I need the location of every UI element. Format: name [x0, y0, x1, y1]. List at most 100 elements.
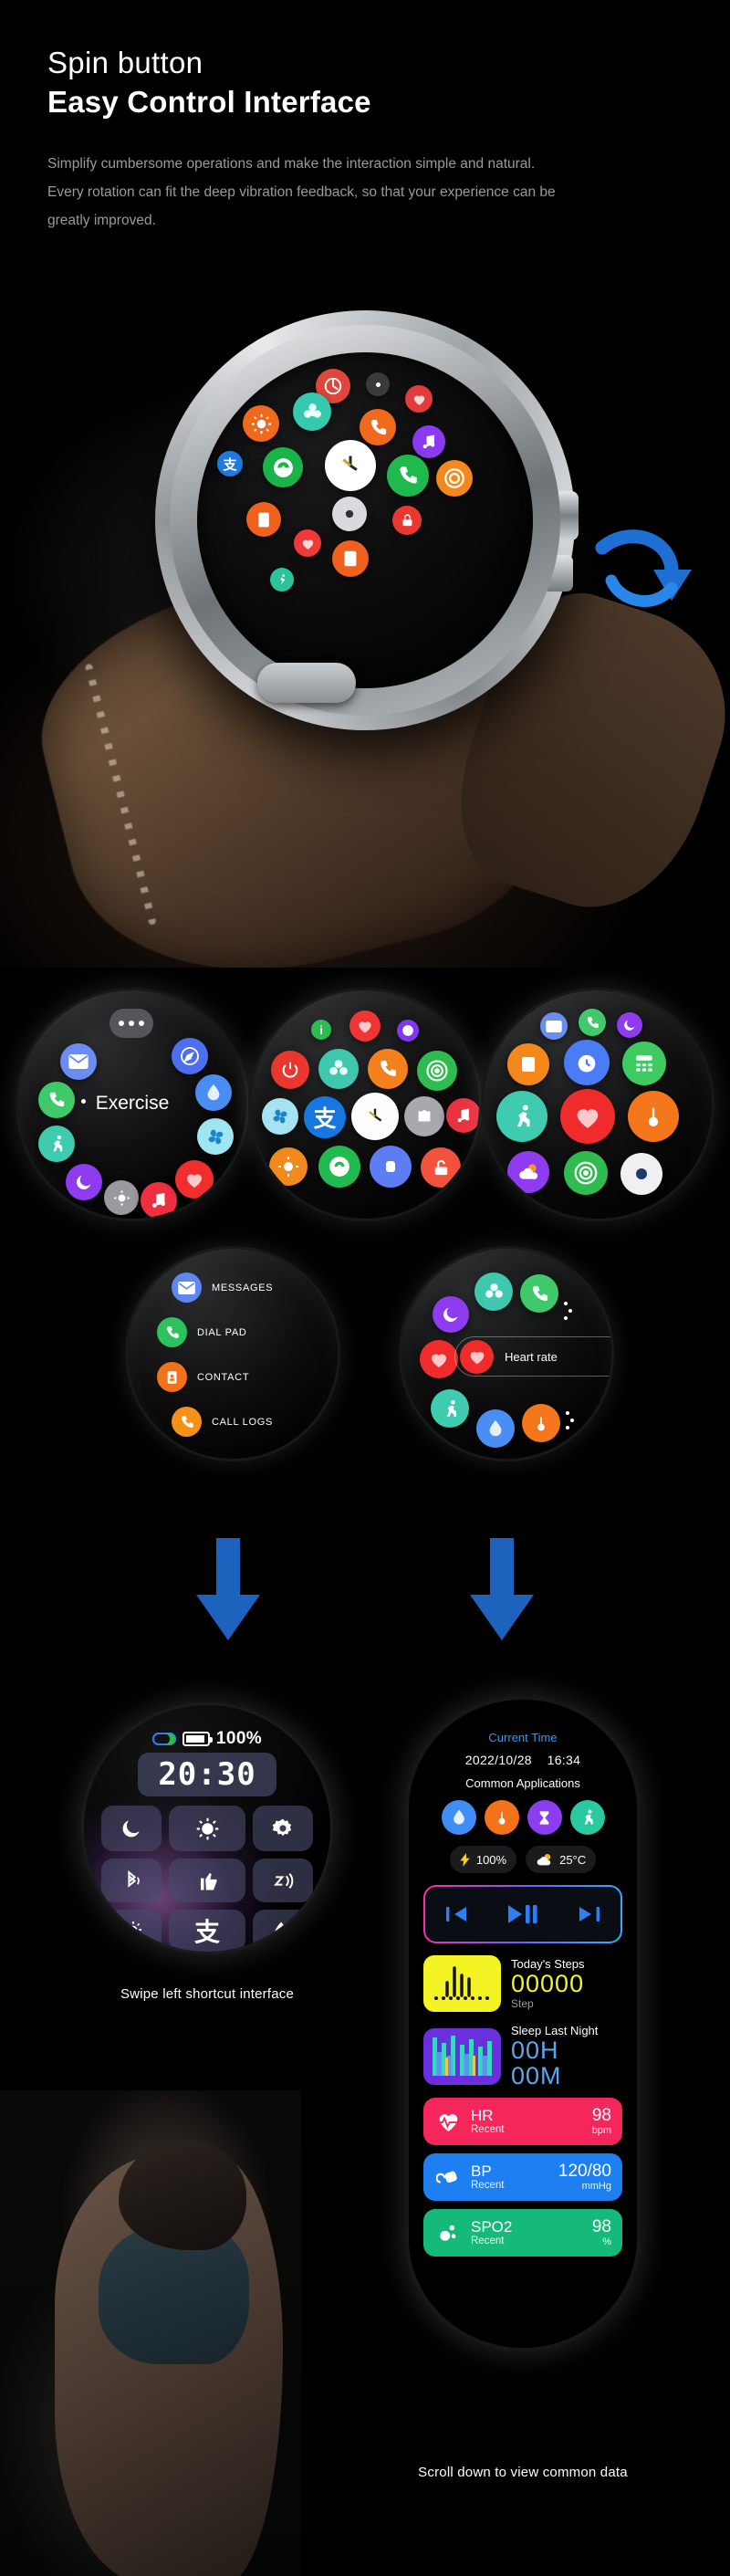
- app-icon-flower[interactable]: [293, 393, 331, 431]
- app-icon-power[interactable]: [271, 1051, 309, 1089]
- flashlight-button[interactable]: [105, 1910, 162, 1952]
- vibration-button[interactable]: [253, 1859, 313, 1902]
- brightness-button[interactable]: [169, 1806, 245, 1851]
- app-icon-target[interactable]: [417, 1051, 457, 1091]
- app-icon-target2[interactable]: [436, 460, 473, 497]
- app-icon-settings[interactable]: [366, 372, 390, 396]
- sleep-card[interactable]: Sleep Last Night 00H 00M: [423, 2024, 622, 2089]
- app-icon-alipay[interactable]: 支: [217, 451, 243, 476]
- app-icon-alarm[interactable]: [564, 1040, 610, 1085]
- app-icon-compass[interactable]: [172, 1038, 208, 1074]
- app-icon-moon[interactable]: [617, 1012, 642, 1038]
- thermometer-icon[interactable]: [484, 1800, 519, 1835]
- app-icon-clock[interactable]: [351, 1093, 399, 1140]
- app-icon-messages[interactable]: [60, 1043, 97, 1080]
- app-icon-music[interactable]: [141, 1182, 177, 1219]
- app-icon-moon[interactable]: [433, 1296, 469, 1333]
- list-item[interactable]: DIAL PAD: [157, 1317, 247, 1347]
- list-item[interactable]: MESSAGES: [172, 1272, 273, 1303]
- running-icon[interactable]: [569, 1800, 605, 1835]
- water-drop-icon[interactable]: [441, 1800, 476, 1835]
- app-icon-music[interactable]: [446, 1098, 479, 1133]
- app-icon-call[interactable]: [360, 409, 396, 445]
- play-pause-button[interactable]: [507, 1903, 538, 1925]
- app-icon-water-drop[interactable]: [476, 1409, 515, 1448]
- app-icon-camera[interactable]: [620, 1153, 662, 1195]
- app-icon-watch[interactable]: [370, 1146, 412, 1188]
- arrow-down-right: [470, 1538, 534, 1640]
- app-icon-running[interactable]: [496, 1091, 548, 1142]
- app-icon-thermometer[interactable]: [628, 1091, 679, 1142]
- app-icon-fan[interactable]: [262, 1098, 298, 1135]
- app-icon-heart[interactable]: [349, 1011, 381, 1042]
- phone-menu-face[interactable]: MESSAGES DIAL PAD CONTACT CALL LOGS: [128, 1249, 338, 1459]
- vital-card-bp[interactable]: BP Recent 120/80 mmHg: [423, 2152, 622, 2201]
- app-icon-weather[interactable]: [507, 1151, 549, 1193]
- app-icon-notes[interactable]: [332, 540, 369, 577]
- do-not-disturb-button[interactable]: [101, 1806, 162, 1851]
- app-icon-browser[interactable]: [318, 1146, 360, 1188]
- heart-rate-selected-item[interactable]: Heart rate: [454, 1336, 611, 1377]
- app-icon-phone[interactable]: [387, 455, 429, 497]
- app-icon-call[interactable]: [368, 1049, 408, 1089]
- app-icon-info[interactable]: i: [311, 1020, 331, 1040]
- hourglass-icon[interactable]: [527, 1800, 562, 1835]
- app-icon-browser[interactable]: [263, 447, 303, 487]
- more-icon[interactable]: [110, 1009, 153, 1038]
- app-icon-clock-analog[interactable]: [325, 440, 376, 491]
- vital-card-hr[interactable]: HR Recent 98 bpm: [423, 2097, 622, 2145]
- app-icon-running[interactable]: [270, 568, 294, 592]
- app-icon-heart[interactable]: [175, 1160, 214, 1199]
- app-icon-phone[interactable]: [579, 1009, 606, 1036]
- app-icon-flower[interactable]: [474, 1272, 513, 1311]
- heart-rate-face[interactable]: Heart rate: [402, 1249, 611, 1459]
- common-apps-label: Common Applications: [465, 1776, 580, 1790]
- watch-face-grid-menu[interactable]: i 支: [251, 990, 479, 1219]
- app-icon-moon[interactable]: [66, 1164, 102, 1200]
- watch-face-health-grid[interactable]: [484, 990, 712, 1219]
- app-icon-thermometer[interactable]: [522, 1404, 560, 1442]
- app-icon-alipay[interactable]: 支: [304, 1096, 346, 1138]
- app-icon-running[interactable]: [431, 1389, 469, 1428]
- app-icon-brightness[interactable]: [269, 1147, 308, 1186]
- list-item[interactable]: CONTACT: [157, 1362, 249, 1392]
- sleep-hours: 00H: [511, 2037, 559, 2064]
- app-icon-heart[interactable]: [405, 385, 433, 413]
- app-icon-lock[interactable]: [392, 506, 422, 535]
- bolt-icon: [460, 1852, 471, 1867]
- settings-button[interactable]: [253, 1806, 313, 1851]
- app-icon-target[interactable]: [564, 1151, 608, 1195]
- app-icon-music[interactable]: [412, 425, 445, 458]
- app-icon-camera[interactable]: [332, 497, 367, 531]
- thumbs-up-button[interactable]: [169, 1859, 245, 1902]
- app-icon-notes[interactable]: [507, 1043, 549, 1085]
- next-track-button[interactable]: [578, 1904, 601, 1924]
- app-icon-camera[interactable]: [404, 1096, 444, 1136]
- app-icon-messages[interactable]: [540, 1012, 568, 1040]
- app-icon-settings[interactable]: [104, 1180, 139, 1215]
- vital-card-spo2[interactable]: SPO2 Recent 98 %: [423, 2208, 622, 2257]
- bp-cuff-icon: [434, 2163, 462, 2191]
- app-icon-contact[interactable]: [246, 502, 281, 537]
- app-icon-running[interactable]: [38, 1126, 75, 1162]
- bluetooth-button[interactable]: [101, 1859, 162, 1902]
- scroll-data-panel[interactable]: Current Time 2022/10/28 16:34 Common App…: [409, 1700, 637, 2348]
- app-icon-heart-left[interactable]: [420, 1340, 458, 1378]
- app-icon-lock[interactable]: [421, 1147, 461, 1188]
- previous-track-button[interactable]: [444, 1904, 468, 1924]
- app-icon-flower[interactable]: [318, 1049, 359, 1089]
- app-icon-heart[interactable]: [560, 1089, 615, 1144]
- app-icon-globe[interactable]: [397, 1020, 419, 1042]
- list-item[interactable]: CALL LOGS: [172, 1407, 273, 1437]
- steps-card[interactable]: Today's Steps 00000 Step: [423, 1955, 622, 2012]
- app-icon-phone[interactable]: [520, 1274, 558, 1313]
- app-icon-calculator[interactable]: [622, 1042, 666, 1085]
- app-icon-heart2[interactable]: [294, 529, 321, 557]
- quick-settings-watch[interactable]: 100% 20:30 支: [84, 1705, 330, 1952]
- app-icon-weather[interactable]: [243, 405, 279, 442]
- alipay-button[interactable]: 支: [169, 1910, 245, 1952]
- vital-bp-value-group: 120/80 mmHg: [558, 2162, 611, 2191]
- water-lock-button[interactable]: [253, 1910, 309, 1952]
- watch-face-circular-menu[interactable]: Exercise: [18, 990, 246, 1219]
- app-icon-fan[interactable]: [197, 1118, 234, 1155]
